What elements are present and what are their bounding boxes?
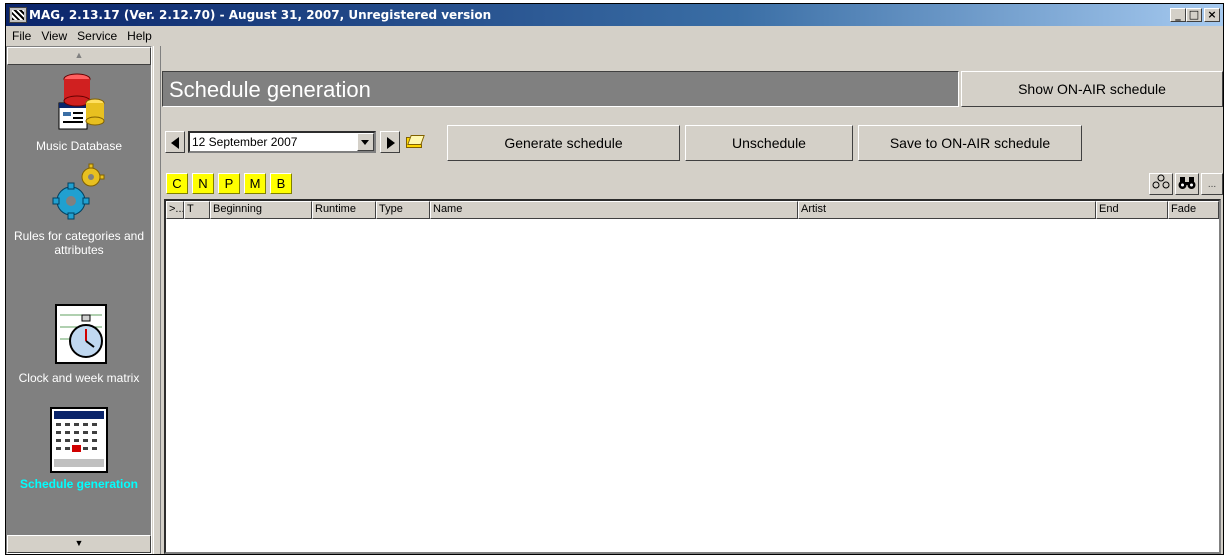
menu-file[interactable]: File — [8, 29, 37, 43]
circles-button[interactable] — [1149, 173, 1173, 195]
sidebar-item-label: Clock and week matrix — [18, 371, 140, 385]
column-header-runtime[interactable]: Runtime — [312, 201, 376, 219]
folder-open-flap — [407, 135, 425, 145]
open-folder-button[interactable] — [404, 131, 426, 153]
menu-help[interactable]: Help — [123, 29, 158, 43]
gears-icon — [49, 163, 109, 225]
app-window: MAG, 2.13.17 (Ver. 2.12.70) - August 31,… — [5, 3, 1224, 555]
sidebar-item-schedule-generation[interactable]: Schedule generation — [7, 407, 151, 491]
date-select[interactable]: 12 September 2007 — [188, 131, 376, 153]
calendar-icon — [50, 407, 108, 473]
sidebar-item-clock-week-matrix[interactable]: Clock and week matrix — [7, 301, 151, 385]
database-icon — [51, 69, 107, 135]
category-button-b[interactable]: B — [270, 173, 292, 194]
grid-header: >... T Beginning Runtime Type Name Artis… — [166, 201, 1219, 219]
close-button[interactable]: × — [1204, 8, 1220, 22]
arrow-right-icon — [387, 137, 395, 149]
sidebar-item-music-database[interactable]: Music Database — [7, 69, 151, 153]
save-to-onair-button[interactable]: Save to ON-AIR schedule — [858, 125, 1082, 161]
chevron-down-icon[interactable] — [357, 133, 374, 151]
category-buttons: C N P M B — [166, 173, 292, 195]
column-header-end[interactable]: End — [1096, 201, 1168, 219]
column-header-name[interactable]: Name — [430, 201, 798, 219]
category-button-p[interactable]: P — [218, 173, 240, 194]
generate-schedule-button[interactable]: Generate schedule — [447, 125, 680, 161]
maximize-button[interactable]: □ — [1186, 8, 1202, 22]
app-icon — [9, 7, 27, 23]
column-header-t[interactable]: T — [184, 201, 210, 219]
more-options-button[interactable]: ... — [1201, 173, 1223, 195]
next-date-button[interactable] — [380, 131, 400, 153]
sidebar-item-label: Schedule generation — [19, 477, 139, 491]
window-title: MAG, 2.13.17 (Ver. 2.12.70) - August 31,… — [29, 8, 492, 22]
previous-date-button[interactable] — [165, 131, 185, 153]
circles-icon — [1152, 174, 1170, 189]
clock-icon — [48, 301, 110, 367]
column-header-artist[interactable]: Artist — [798, 201, 1096, 219]
main-panel: Schedule generation Show ON-AIR schedule… — [162, 46, 1223, 554]
category-button-m[interactable]: M — [244, 173, 266, 194]
minimize-button[interactable]: _ — [1170, 8, 1186, 22]
unschedule-button[interactable]: Unschedule — [685, 125, 853, 161]
sidebar: ▲ Music Database Rules for categories an… — [6, 46, 152, 554]
column-header-expand[interactable]: >... — [166, 201, 184, 219]
category-button-c[interactable]: C — [166, 173, 188, 194]
sidebar-scroll-down-button[interactable]: ▼ — [7, 535, 151, 553]
date-select-value: 12 September 2007 — [192, 135, 298, 149]
toolbar: 12 September 2007 Generate schedule Unsc… — [164, 125, 1221, 165]
column-header-type[interactable]: Type — [376, 201, 430, 219]
sidebar-item-rules[interactable]: Rules for categories and attributes — [7, 163, 151, 257]
window-controls: _ □ × — [1170, 8, 1220, 22]
column-header-beginning[interactable]: Beginning — [210, 201, 312, 219]
sidebar-item-label: Rules for categories and attributes — [13, 229, 145, 257]
binoculars-icon — [1178, 177, 1196, 189]
panel-splitter[interactable] — [153, 46, 161, 554]
find-button[interactable] — [1175, 173, 1199, 195]
column-header-fade[interactable]: Fade — [1168, 201, 1219, 219]
sidebar-scroll-up-button[interactable]: ▲ — [7, 47, 151, 65]
schedule-grid[interactable]: >... T Beginning Runtime Type Name Artis… — [164, 199, 1221, 554]
menu-view[interactable]: View — [37, 29, 73, 43]
category-button-n[interactable]: N — [192, 173, 214, 194]
menu-service[interactable]: Service — [73, 29, 123, 43]
grid-tools: ... — [1149, 173, 1223, 195]
menu-bar: File View Service Help — [6, 26, 1223, 46]
title-bar[interactable]: MAG, 2.13.17 (Ver. 2.12.70) - August 31,… — [6, 4, 1223, 26]
sidebar-item-label: Music Database — [35, 139, 123, 153]
arrow-left-icon — [171, 137, 179, 149]
page-title: Schedule generation — [162, 71, 959, 107]
show-onair-schedule-button[interactable]: Show ON-AIR schedule — [961, 71, 1223, 107]
